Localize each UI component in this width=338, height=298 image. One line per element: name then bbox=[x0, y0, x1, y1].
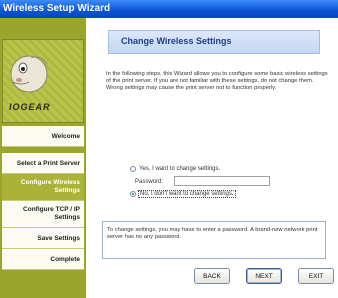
step-complete: Complete bbox=[2, 249, 84, 270]
step-welcome: Welcome bbox=[2, 126, 84, 147]
option-yes-label: Yes, I want to change settings. bbox=[139, 166, 221, 172]
brand-logo-text: IOGEAR bbox=[9, 102, 51, 112]
wizard-sidebar: IOGEAR Welcome Select a Print Server Con… bbox=[0, 18, 86, 298]
wizard-steps-list: Welcome Select a Print Server Configure … bbox=[2, 126, 84, 270]
step-save-settings: Save Settings bbox=[2, 228, 84, 249]
page-title: Change Wireless Settings bbox=[121, 36, 232, 46]
yes-radio[interactable] bbox=[130, 166, 136, 172]
password-label: Password: bbox=[135, 179, 164, 185]
seal-mascot-icon bbox=[10, 55, 48, 93]
step-label: Select a Print Server bbox=[16, 159, 80, 167]
step-configure-tcpip: Configure TCP / IP Settings bbox=[2, 201, 84, 228]
step-configure-wireless: Configure Wireless Settings bbox=[2, 174, 84, 201]
option-yes[interactable]: Yes, I want to change settings. bbox=[130, 166, 220, 172]
step-label: Configure TCP / IP Settings bbox=[23, 206, 80, 221]
password-field[interactable] bbox=[174, 176, 270, 186]
step-label: Configure Wireless Settings bbox=[20, 179, 80, 194]
next-button[interactable]: NEXT bbox=[246, 268, 282, 284]
window-title: Wireless Setup Wizard bbox=[0, 0, 338, 18]
password-note: To change settings, you may have to ente… bbox=[102, 221, 326, 259]
step-label: Save Settings bbox=[37, 234, 80, 242]
step-select-print-server: Select a Print Server bbox=[2, 153, 84, 174]
option-no[interactable]: No, I don't want to change settings. bbox=[130, 190, 236, 198]
wizard-content: Change Wireless Settings In the followin… bbox=[86, 18, 338, 298]
step-label: Welcome bbox=[51, 132, 80, 140]
step-label: Complete bbox=[50, 255, 80, 263]
page-header: Change Wireless Settings bbox=[108, 30, 320, 54]
wizard-window: Wireless Setup Wizard IOGEAR Welcome Sel… bbox=[0, 0, 338, 298]
no-radio[interactable] bbox=[130, 191, 136, 197]
back-button[interactable]: BACK bbox=[194, 268, 230, 284]
intro-text: In the following steps, this Wizard allo… bbox=[106, 71, 328, 91]
option-no-label: No, I don't want to change settings. bbox=[138, 190, 236, 198]
brand-logo-panel: IOGEAR bbox=[2, 39, 84, 123]
exit-button[interactable]: EXIT bbox=[298, 268, 334, 284]
